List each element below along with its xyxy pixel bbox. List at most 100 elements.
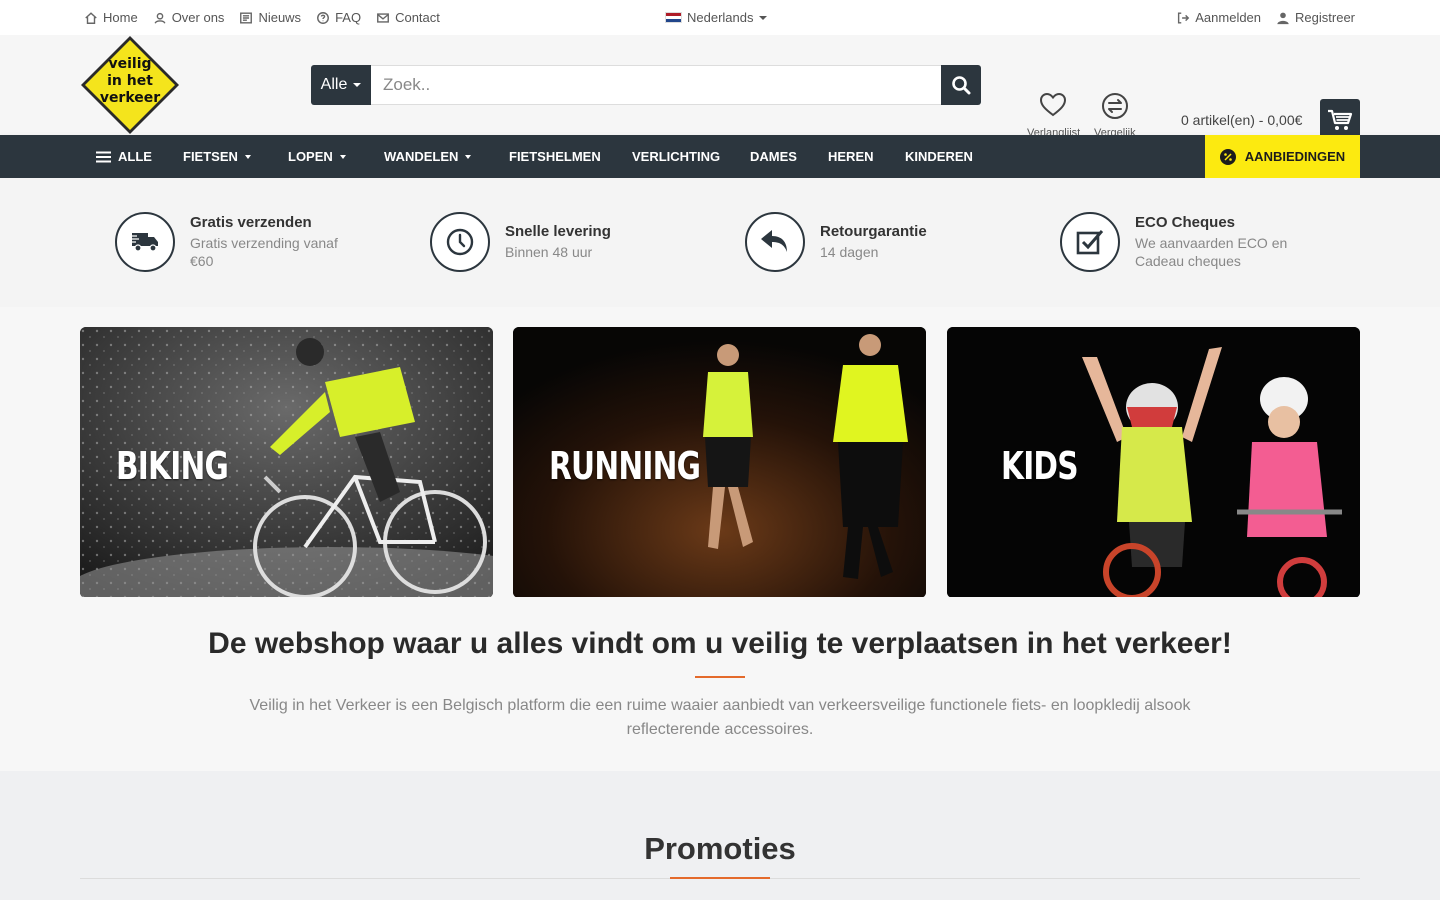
banner-label: RUNNING bbox=[549, 444, 701, 488]
banner-kids[interactable]: KIDS bbox=[947, 327, 1360, 598]
menu-icon bbox=[96, 151, 111, 162]
top-link-contact[interactable]: Contact bbox=[376, 10, 440, 25]
news-icon bbox=[240, 11, 253, 24]
nav-fietsen[interactable]: FIETSEN bbox=[183, 135, 251, 178]
login-label: Aanmelden bbox=[1195, 10, 1262, 25]
truck-icon bbox=[130, 233, 158, 252]
nav-wandelen[interactable]: WANDELEN bbox=[384, 135, 472, 178]
search-input[interactable] bbox=[371, 65, 941, 105]
promo-label: AANBIEDINGEN bbox=[1244, 149, 1346, 164]
intro-section: De webshop waar u alles vindt om u veili… bbox=[0, 597, 1440, 771]
banner-biking[interactable]: BIKING bbox=[80, 327, 493, 598]
heart-icon bbox=[1039, 92, 1067, 117]
chevron-down-icon bbox=[353, 83, 362, 87]
dutch-flag-icon bbox=[665, 12, 682, 23]
usp-text: Binnen 48 uur bbox=[505, 244, 593, 260]
home-icon bbox=[85, 11, 97, 24]
top-link-faq[interactable]: FAQ bbox=[316, 10, 361, 25]
nav-all[interactable]: ALLE bbox=[96, 135, 152, 178]
category-banners: BIKING RUNNING KIDS bbox=[0, 307, 1440, 598]
nav-label: FIETSHELMEN bbox=[509, 149, 601, 164]
cart-icon bbox=[1328, 109, 1353, 130]
logo[interactable]: veilig in het verkeer bbox=[80, 35, 180, 135]
chevron-down-icon bbox=[339, 154, 346, 159]
search-bar: Alle bbox=[311, 65, 981, 105]
title-underline bbox=[695, 676, 745, 678]
question-icon bbox=[317, 11, 330, 24]
usp-icon-circle bbox=[745, 212, 805, 272]
return-arrow-icon bbox=[761, 230, 787, 252]
usp-title: Gratis verzenden bbox=[190, 214, 312, 231]
nav-label: VERLICHTING bbox=[632, 149, 721, 164]
compare-button[interactable]: Vergelijk bbox=[1094, 93, 1136, 139]
chevron-down-icon bbox=[758, 15, 767, 20]
svg-text:veilig: veilig bbox=[108, 56, 151, 72]
cart-summary[interactable]: 0 artikel(en) - 0,00€ bbox=[1181, 112, 1302, 128]
top-link-label: FAQ bbox=[335, 10, 362, 25]
top-link-label: Nieuws bbox=[258, 10, 302, 25]
usp-item: Gratis verzenden Gratis verzending vanaf… bbox=[115, 212, 360, 272]
clock-icon bbox=[446, 228, 474, 256]
usp-title: Snelle levering bbox=[505, 223, 611, 240]
logo-sign-icon: veilig in het verkeer bbox=[81, 36, 179, 134]
top-link-news[interactable]: Nieuws bbox=[239, 10, 301, 25]
top-link-label: Contact bbox=[395, 10, 440, 25]
usp-item: ECO Cheques We aanvaarden ECO en Cadeau … bbox=[1060, 212, 1305, 272]
search-icon bbox=[952, 76, 971, 95]
nav-fietshelmen[interactable]: FIETSHELMEN bbox=[509, 135, 601, 178]
nav-label: WANDELEN bbox=[384, 149, 459, 164]
usp-text: Gratis verzending vanaf €60 bbox=[190, 235, 338, 269]
nav-aanbiedingen[interactable]: AANBIEDINGEN bbox=[1205, 135, 1360, 178]
nav-label: HEREN bbox=[828, 149, 874, 164]
search-category-dropdown[interactable]: Alle bbox=[311, 65, 371, 105]
intro-text: Veilig in het Verkeer is een Belgisch pl… bbox=[249, 697, 1191, 738]
login-icon bbox=[1178, 11, 1190, 24]
main-navigation: ALLE FIETSEN LOPEN WANDELEN FIETSHELMEN … bbox=[0, 135, 1440, 178]
usp-item: Snelle levering Binnen 48 uur bbox=[430, 212, 675, 272]
nav-label: FIETSEN bbox=[183, 149, 238, 164]
usp-icon-circle bbox=[430, 212, 490, 272]
nav-dames[interactable]: DAMES bbox=[750, 135, 797, 178]
banner-label: BIKING bbox=[116, 444, 229, 488]
banner-running[interactable]: RUNNING bbox=[513, 327, 926, 598]
usp-item: Retourgarantie 14 dagen bbox=[745, 212, 990, 272]
top-link-home[interactable]: Home bbox=[84, 10, 138, 25]
user-icon bbox=[1277, 12, 1289, 24]
compare-icon bbox=[1102, 93, 1128, 119]
search-category-label: Alle bbox=[320, 76, 348, 93]
register-link[interactable]: Registreer bbox=[1276, 10, 1355, 25]
percent-badge-icon bbox=[1219, 148, 1236, 165]
checkbox-icon bbox=[1076, 230, 1104, 255]
header: veilig in het verkeer Alle Verlanglijst … bbox=[0, 35, 1440, 140]
usp-strip: Gratis verzenden Gratis verzending vanaf… bbox=[0, 178, 1440, 307]
banner-label: KIDS bbox=[1001, 444, 1079, 488]
account-links: Aanmelden Registreer bbox=[1176, 10, 1355, 25]
register-label: Registreer bbox=[1295, 10, 1355, 25]
promotions-section: Promoties bbox=[0, 771, 1440, 900]
nav-heren[interactable]: HEREN bbox=[828, 135, 874, 178]
mail-icon bbox=[377, 12, 390, 23]
title-underline bbox=[670, 877, 770, 879]
wishlist-button[interactable]: Verlanglijst bbox=[1027, 92, 1080, 139]
nav-label: LOPEN bbox=[288, 149, 333, 164]
nav-label: KINDEREN bbox=[905, 149, 973, 164]
chevron-down-icon bbox=[465, 154, 472, 159]
nav-label: ALLE bbox=[118, 149, 152, 164]
nav-verlichting[interactable]: VERLICHTING bbox=[632, 135, 720, 178]
nav-label: DAMES bbox=[750, 149, 797, 164]
top-link-about[interactable]: Over ons bbox=[153, 10, 224, 25]
usp-icon-circle bbox=[115, 212, 175, 272]
top-links: Home Over ons Nieuws FAQ Contact bbox=[84, 10, 440, 25]
cart-button[interactable] bbox=[1320, 99, 1360, 140]
svg-text:verkeer: verkeer bbox=[100, 90, 160, 106]
svg-text:in het: in het bbox=[107, 73, 153, 89]
usp-icon-circle bbox=[1060, 212, 1120, 272]
nav-kinderen[interactable]: KINDEREN bbox=[905, 135, 973, 178]
login-link[interactable]: Aanmelden bbox=[1176, 10, 1261, 25]
usp-text: We aanvaarden ECO en Cadeau cheques bbox=[1135, 235, 1288, 269]
search-button[interactable] bbox=[941, 65, 981, 105]
user-circle-icon bbox=[154, 12, 166, 24]
nav-lopen[interactable]: LOPEN bbox=[288, 135, 346, 178]
language-selector[interactable]: Nederlands bbox=[665, 0, 767, 35]
top-link-label: Home bbox=[103, 10, 138, 25]
